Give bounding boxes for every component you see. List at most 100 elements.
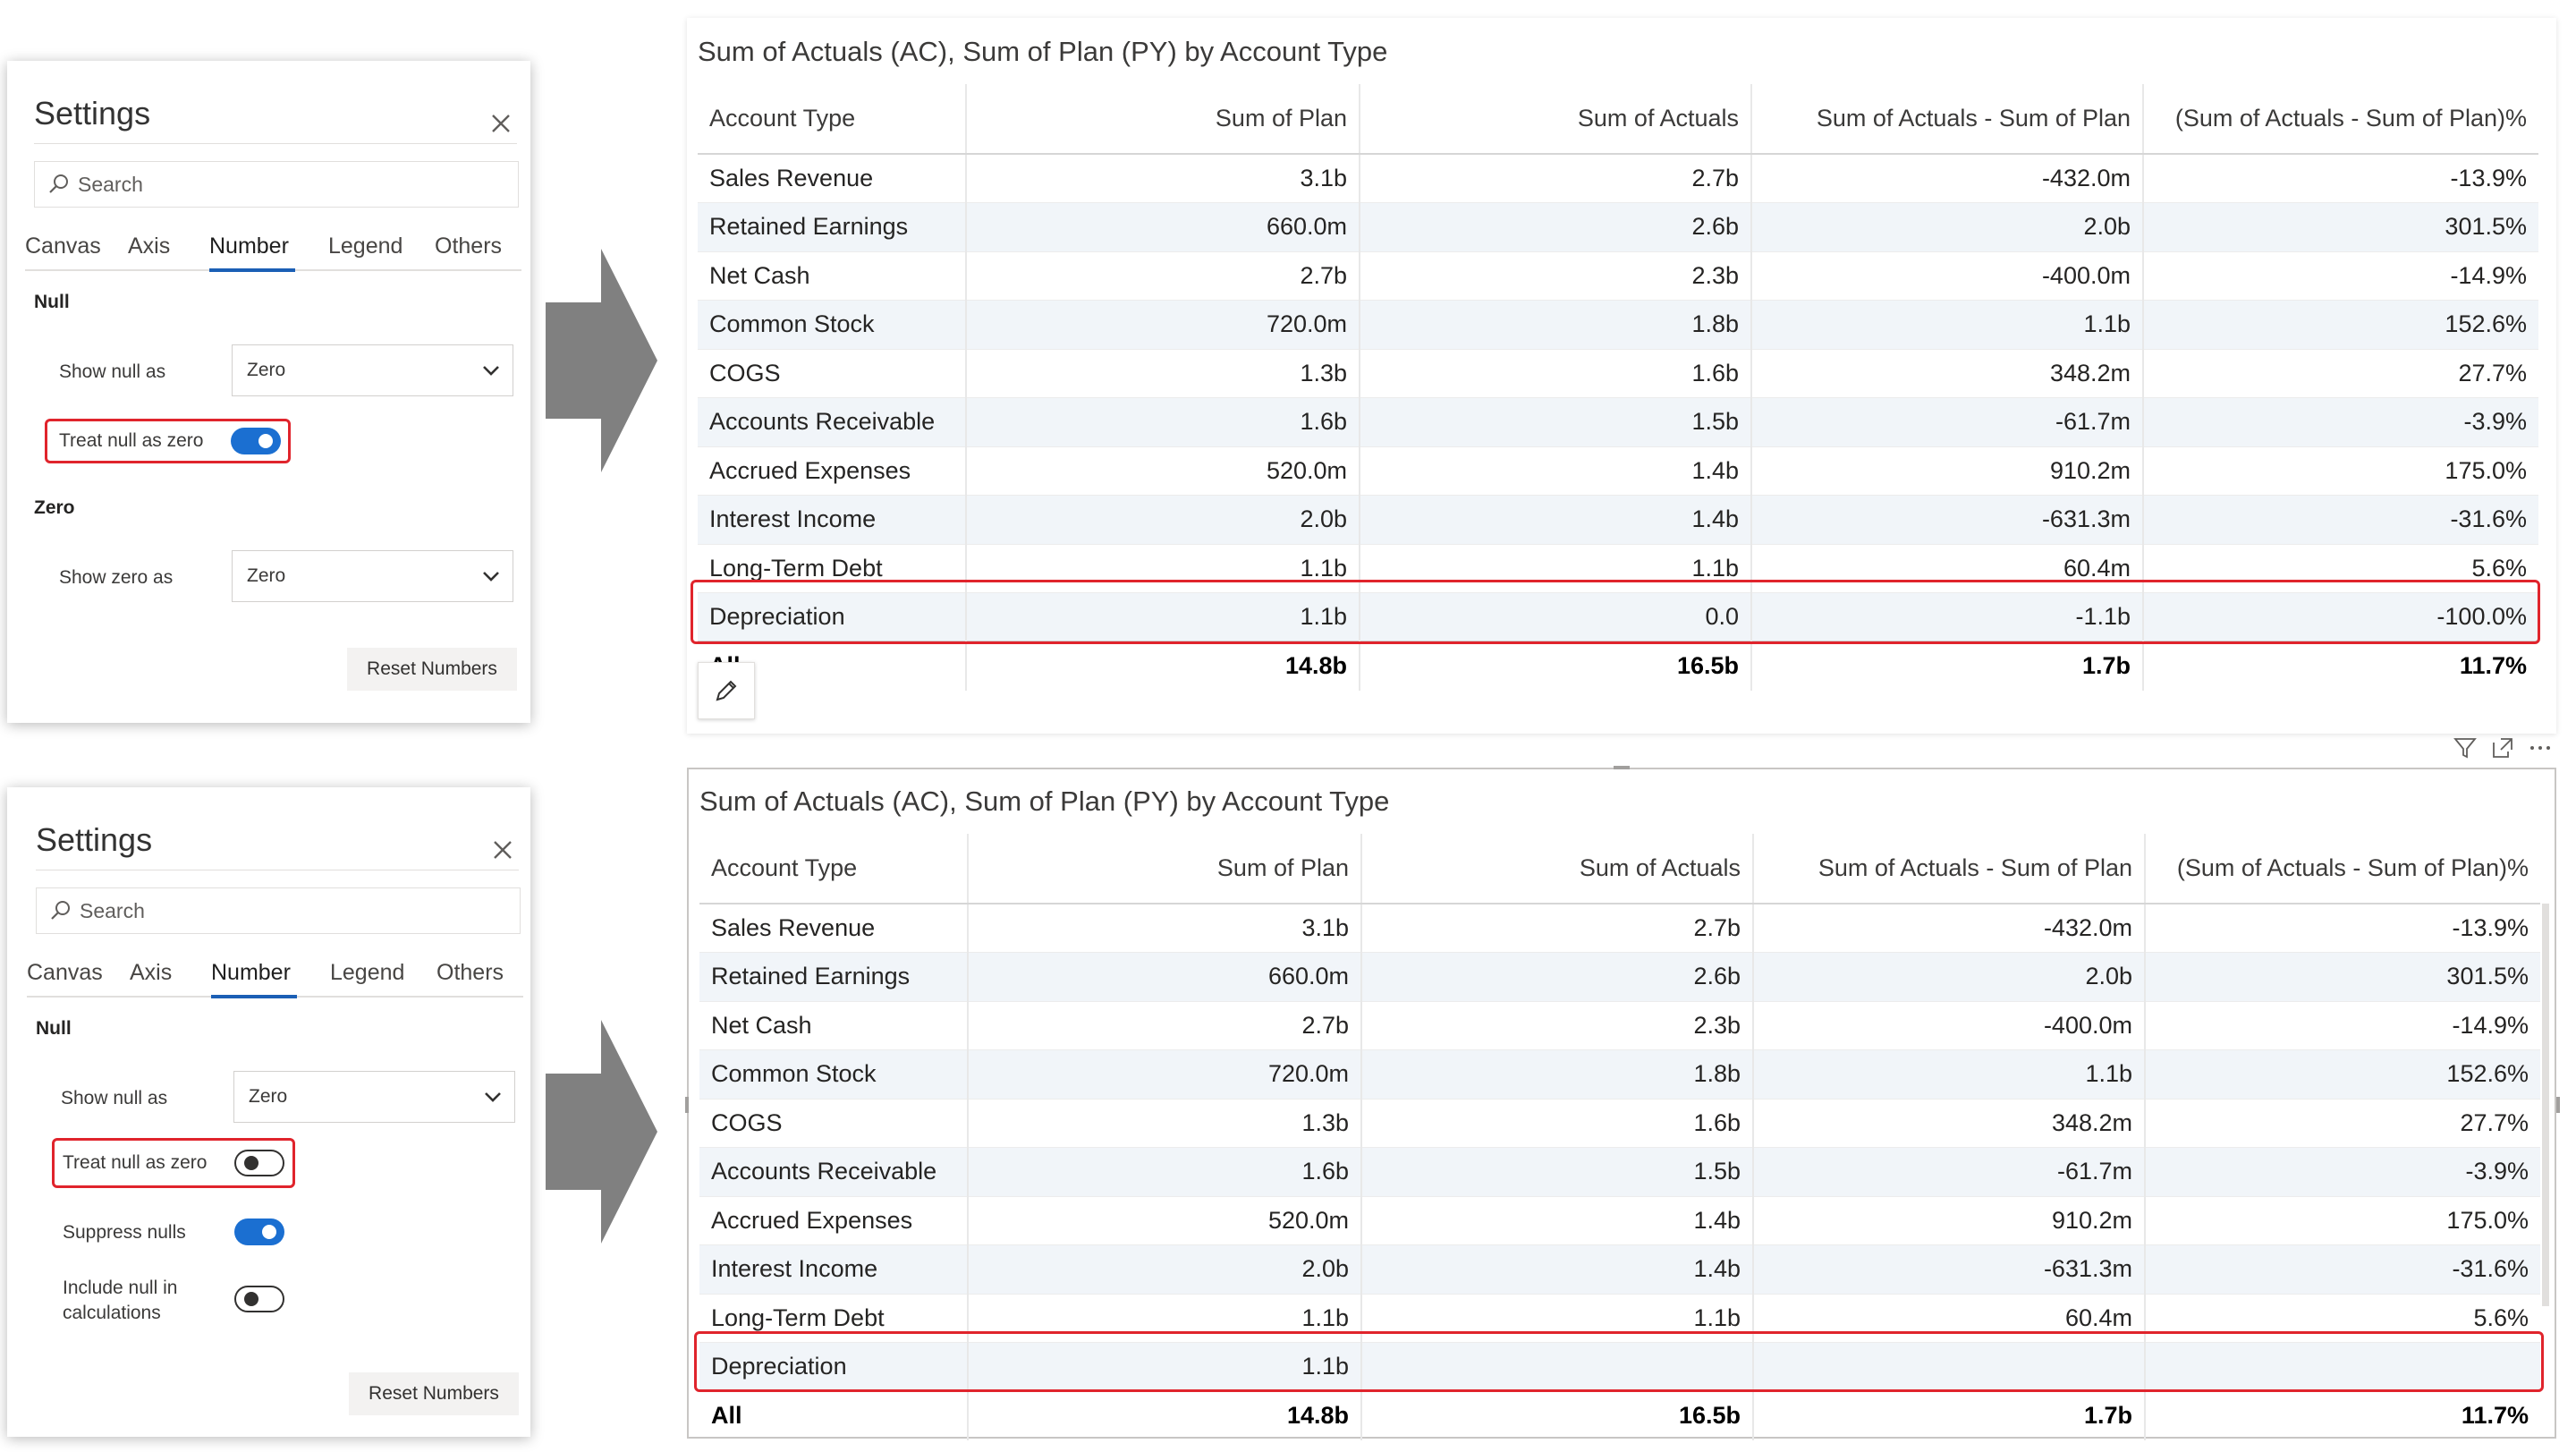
cell-variance-pct: -3.9% xyxy=(2145,1147,2540,1196)
table-row[interactable]: Interest Income 2.0b 1.4b -631.3m -31.6% xyxy=(699,1244,2540,1294)
cell-variance-pct: 11.7% xyxy=(2143,641,2538,691)
treat-null-toggle[interactable] xyxy=(231,428,281,454)
filter-icon[interactable] xyxy=(2453,735,2478,760)
table-row[interactable]: Accounts Receivable 1.6b 1.5b -61.7m -3.… xyxy=(698,397,2538,446)
table-row[interactable]: Retained Earnings 660.0m 2.6b 2.0b 301.5… xyxy=(698,202,2538,251)
treat-null-label: Treat null as zero xyxy=(63,1152,208,1173)
close-icon[interactable] xyxy=(488,111,513,136)
more-options-icon[interactable] xyxy=(2528,735,2553,760)
cell-variance: 1.1b xyxy=(1751,300,2144,349)
table-row[interactable]: Common Stock 720.0m 1.8b 1.1b 152.6% xyxy=(699,1049,2540,1099)
table-row[interactable]: Net Cash 2.7b 2.3b -400.0m -14.9% xyxy=(698,250,2538,301)
cell-actuals: 16.5b xyxy=(1360,641,1752,691)
tab-axis[interactable]: Axis xyxy=(130,960,172,986)
column-header[interactable]: Sum of Plan xyxy=(966,84,1360,155)
cell-actuals: 1.8b xyxy=(1361,1049,1754,1099)
cell-variance-pct: -14.9% xyxy=(2143,250,2538,301)
table-visual-top: Sum of Actuals (AC), Sum of Plan (PY) by… xyxy=(687,18,2556,734)
cell-variance: -400.0m xyxy=(1753,1000,2146,1050)
cell-variance-pct: 152.6% xyxy=(2143,300,2538,349)
focus-mode-icon[interactable] xyxy=(2490,735,2515,760)
show-null-dropdown[interactable]: Zero xyxy=(232,344,513,396)
column-header[interactable]: Sum of Actuals - Sum of Plan xyxy=(1751,84,2144,155)
table-row[interactable]: Accounts Receivable 1.6b 1.5b -61.7m -3.… xyxy=(699,1147,2540,1196)
edit-button[interactable] xyxy=(698,662,755,719)
tab-canvas[interactable]: Canvas xyxy=(27,960,103,986)
table-row[interactable]: COGS 1.3b 1.6b 348.2m 27.7% xyxy=(698,348,2538,398)
column-header[interactable]: Account Type xyxy=(699,834,969,904)
table-total-row[interactable]: All 14.8b 16.5b 1.7b 11.7% xyxy=(698,641,2538,691)
search-input[interactable]: Search xyxy=(36,887,521,934)
show-zero-dropdown[interactable]: Zero xyxy=(232,550,513,602)
search-icon xyxy=(51,901,70,920)
close-icon[interactable] xyxy=(490,837,515,862)
cell-variance-pct: -14.9% xyxy=(2145,1000,2540,1050)
treat-null-toggle[interactable] xyxy=(234,1150,284,1176)
table-row[interactable]: COGS 1.3b 1.6b 348.2m 27.7% xyxy=(699,1098,2540,1148)
column-header[interactable]: Sum of Plan xyxy=(968,834,1362,904)
search-placeholder: Search xyxy=(78,172,143,196)
resize-handle-left[interactable] xyxy=(685,1097,689,1113)
tab-axis[interactable]: Axis xyxy=(128,234,170,259)
table-row[interactable]: Retained Earnings 660.0m 2.6b 2.0b 301.5… xyxy=(699,952,2540,1001)
resize-handle-right[interactable] xyxy=(2556,1097,2560,1113)
show-null-value: Zero xyxy=(249,1086,288,1107)
cell-variance-pct: 301.5% xyxy=(2143,202,2538,251)
cell-account-type: Accounts Receivable xyxy=(698,397,967,446)
cell-plan: 520.0m xyxy=(968,1195,1362,1245)
cell-variance: 2.0b xyxy=(1751,202,2144,251)
search-placeholder: Search xyxy=(80,898,145,922)
tab-legend[interactable]: Legend xyxy=(330,960,404,986)
table-row[interactable]: Common Stock 720.0m 1.8b 1.1b 152.6% xyxy=(698,300,2538,349)
toggle-knob xyxy=(244,1292,258,1306)
tab-others[interactable]: Others xyxy=(435,234,502,259)
table-row[interactable]: Accrued Expenses 520.0m 1.4b 910.2m 175.… xyxy=(699,1195,2540,1245)
reset-numbers-button[interactable]: Reset Numbers xyxy=(347,648,517,691)
vertical-scrollbar[interactable] xyxy=(2542,904,2549,1306)
cell-plan: 14.8b xyxy=(968,1390,1362,1440)
column-header[interactable]: Sum of Actuals - Sum of Plan xyxy=(1753,834,2146,904)
show-null-label: Show null as xyxy=(59,361,166,382)
cell-variance: 910.2m xyxy=(1753,1195,2146,1245)
cell-actuals: 16.5b xyxy=(1361,1390,1754,1440)
cell-plan: 1.3b xyxy=(968,1098,1362,1148)
search-input[interactable]: Search xyxy=(34,161,519,208)
table-total-row[interactable]: All 14.8b 16.5b 1.7b 11.7% xyxy=(699,1390,2540,1440)
column-header[interactable]: Account Type xyxy=(698,84,967,155)
include-null-toggle[interactable] xyxy=(234,1286,284,1312)
table-row[interactable]: Sales Revenue 3.1b 2.7b -432.0m -13.9% xyxy=(699,903,2540,953)
cell-variance: 2.0b xyxy=(1753,952,2146,1001)
cell-variance-pct: 175.0% xyxy=(2145,1195,2540,1245)
resize-handle-top[interactable] xyxy=(1614,766,1630,769)
tab-number[interactable]: Number xyxy=(209,234,289,259)
cell-plan: 14.8b xyxy=(966,641,1360,691)
column-header[interactable]: Sum of Actuals xyxy=(1360,84,1752,155)
settings-tabs: Canvas Axis Number Legend Others xyxy=(25,234,526,276)
table-row[interactable]: Sales Revenue 3.1b 2.7b -432.0m -13.9% xyxy=(698,153,2538,203)
cell-account-type: Accrued Expenses xyxy=(698,446,967,496)
tab-number[interactable]: Number xyxy=(211,960,291,986)
cell-account-type: Net Cash xyxy=(698,250,967,301)
show-null-dropdown[interactable]: Zero xyxy=(233,1071,515,1123)
show-null-label: Show null as xyxy=(61,1088,168,1108)
reset-numbers-button[interactable]: Reset Numbers xyxy=(349,1372,519,1415)
table-row[interactable]: Net Cash 2.7b 2.3b -400.0m -14.9% xyxy=(699,1000,2540,1050)
suppress-nulls-toggle[interactable] xyxy=(234,1218,284,1245)
column-header[interactable]: (Sum of Actuals - Sum of Plan)% xyxy=(2145,834,2540,904)
title-divider xyxy=(34,143,517,144)
column-header[interactable]: Sum of Actuals xyxy=(1361,834,1754,904)
toggle-knob xyxy=(244,1156,258,1170)
null-section-heading: Null xyxy=(34,292,70,312)
cell-actuals: 1.4b xyxy=(1360,495,1752,544)
tab-others[interactable]: Others xyxy=(436,960,504,986)
table-row[interactable]: Accrued Expenses 520.0m 1.4b 910.2m 175.… xyxy=(698,446,2538,496)
cell-actuals: 2.6b xyxy=(1361,952,1754,1001)
cell-account-type: Accounts Receivable xyxy=(699,1147,969,1196)
cell-actuals: 2.6b xyxy=(1360,202,1752,251)
cell-plan: 2.0b xyxy=(968,1244,1362,1294)
null-section-heading: Null xyxy=(36,1018,72,1039)
tab-legend[interactable]: Legend xyxy=(328,234,402,259)
tab-canvas[interactable]: Canvas xyxy=(25,234,101,259)
column-header[interactable]: (Sum of Actuals - Sum of Plan)% xyxy=(2143,84,2538,155)
table-row[interactable]: Interest Income 2.0b 1.4b -631.3m -31.6% xyxy=(698,495,2538,544)
